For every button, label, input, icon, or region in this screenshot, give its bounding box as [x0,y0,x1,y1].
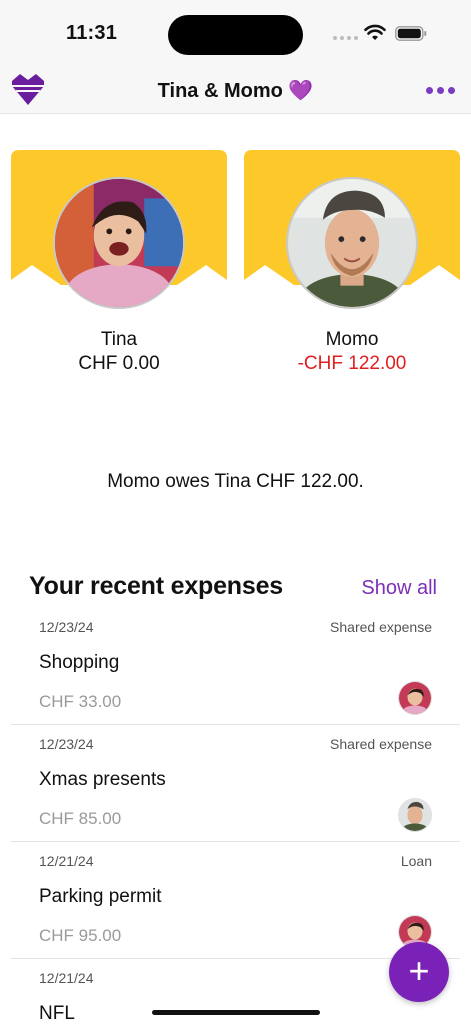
show-all-link[interactable]: Show all [361,577,437,600]
expense-title: NFL [39,1003,75,1024]
navigation-bar: Tina & Momo 💜 [0,64,471,114]
add-expense-button[interactable]: + [389,942,449,1002]
expense-date: 12/23/24 [39,736,94,752]
expense-type: Shared expense [330,619,432,635]
expense-title: Xmas presents [39,769,166,790]
expense-type: Loan [400,853,432,869]
more-options-icon[interactable] [426,87,455,94]
expense-amount: CHF 33.00 [39,692,122,711]
avatar-tina [53,177,185,309]
expense-type: Shared expense [330,736,432,752]
member-card-tina[interactable] [11,150,227,309]
member-name-momo: Momo [325,329,379,350]
expense-amount: CHF 85.00 [39,809,122,828]
expense-row[interactable]: 12/21/24 Loan Parking permit CHF 95.00 [11,842,460,959]
member-card-momo[interactable] [244,150,460,309]
expense-row[interactable]: 12/23/24 Shared expense Xmas presents CH… [11,725,460,842]
expense-amount: CHF 95.00 [39,926,122,945]
payer-avatar-tina [398,681,432,715]
member-name-tina: Tina [100,329,138,350]
page-title: Tina & Momo 💜 [157,80,314,102]
signal-icon [333,36,358,40]
expense-date: 12/23/24 [39,619,94,635]
expense-row[interactable]: 12/23/24 Shared expense Shopping CHF 33.… [11,608,460,725]
wifi-icon [364,24,386,40]
home-indicator [152,1010,320,1015]
settlement-summary: Momo owes Tina CHF 122.00. [107,471,364,492]
member-balance-momo: -CHF 122.00 [297,353,407,374]
expense-date: 12/21/24 [39,853,94,869]
status-bar: 11:31 [0,0,471,64]
dynamic-island [168,15,303,55]
battery-icon [395,26,427,41]
avatar-momo [286,177,418,309]
status-time: 11:31 [66,22,118,44]
expense-title: Parking permit [39,886,162,907]
section-title-recent-expenses: Your recent expenses [29,572,283,600]
expense-date: 12/21/24 [39,970,94,986]
payer-avatar-momo [398,798,432,832]
expense-title: Shopping [39,652,120,673]
member-balance-tina: CHF 0.00 [78,353,160,374]
